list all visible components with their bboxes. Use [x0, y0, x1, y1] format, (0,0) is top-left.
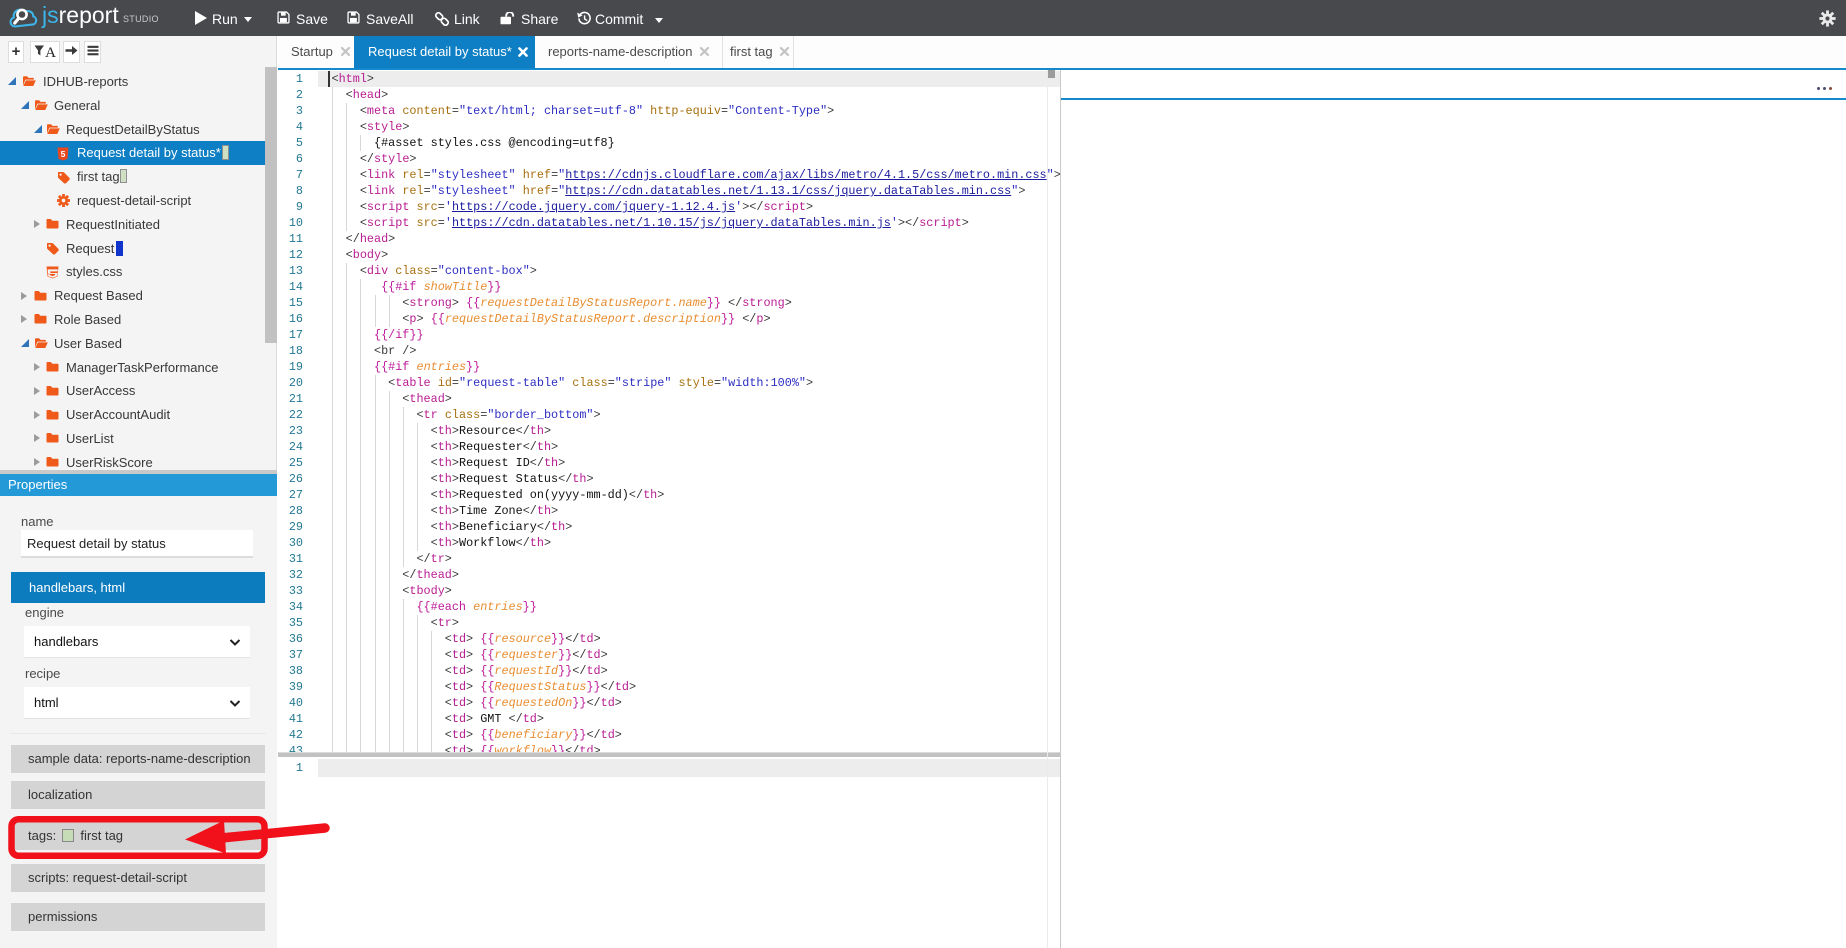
- svg-text:5: 5: [61, 149, 66, 159]
